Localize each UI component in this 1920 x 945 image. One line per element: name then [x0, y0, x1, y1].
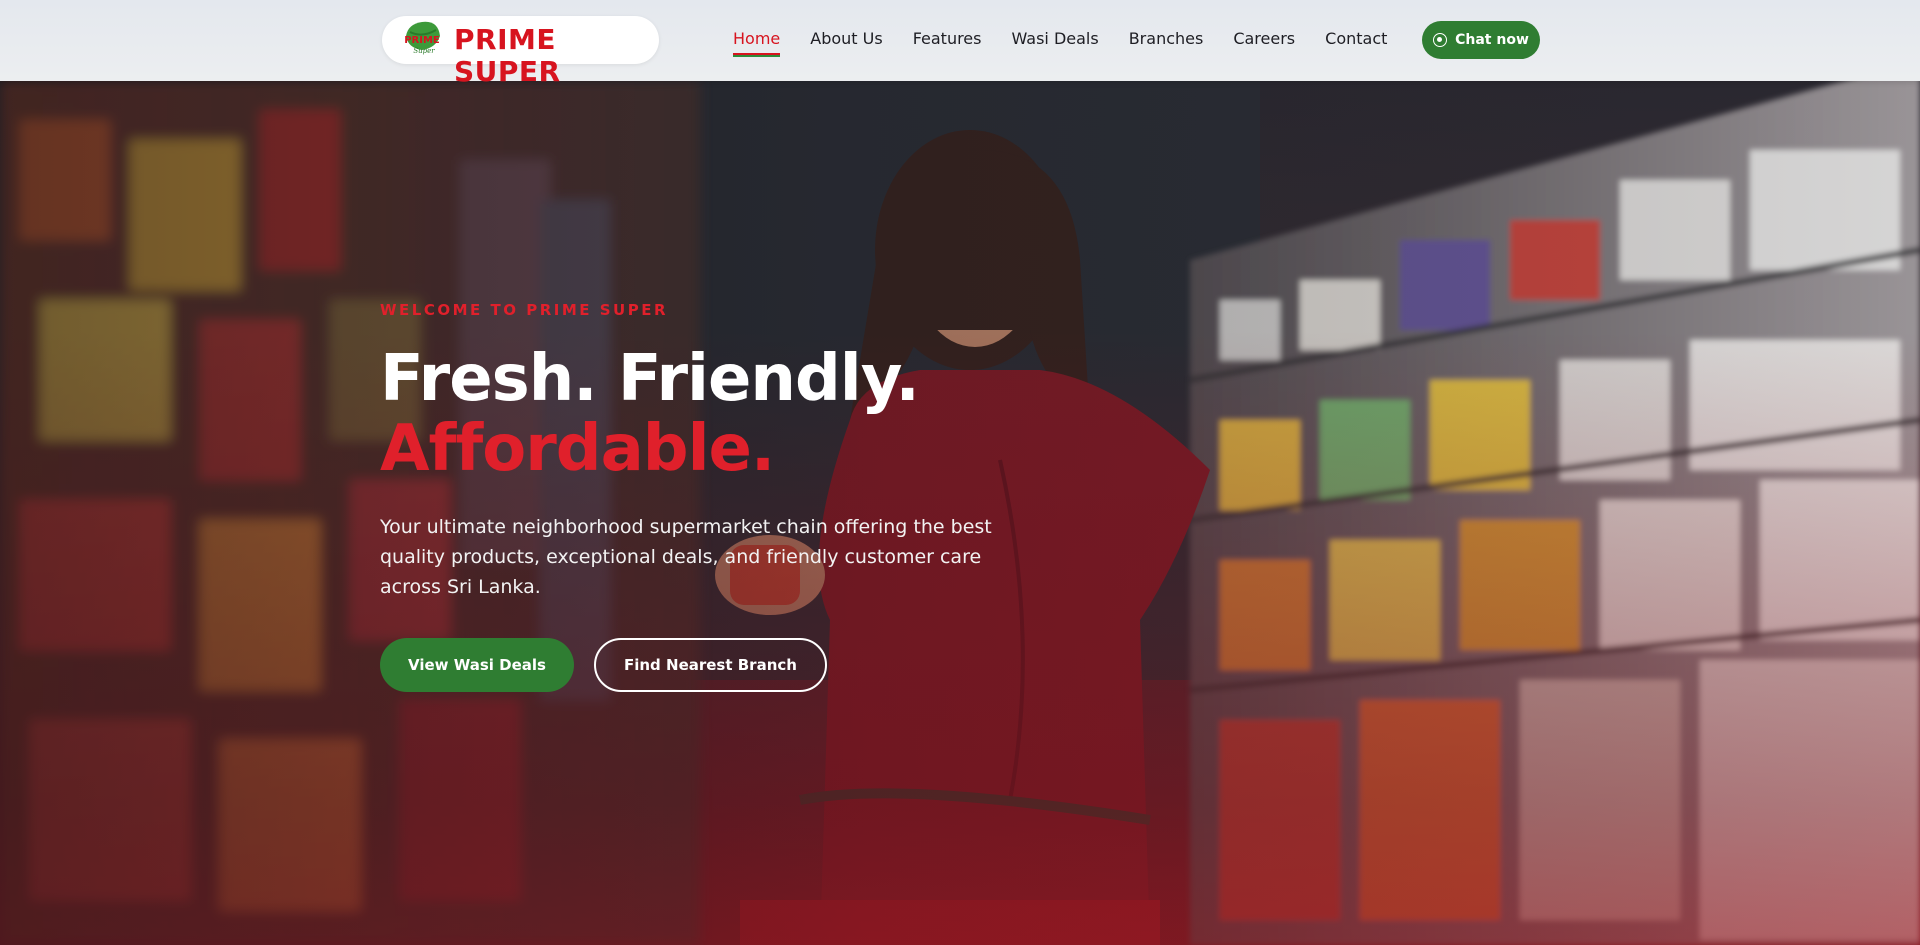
- whatsapp-icon: [1433, 33, 1448, 47]
- hero-headline: Fresh. Friendly. Affordable.: [380, 344, 1020, 484]
- headline-line-2: Affordable.: [380, 412, 775, 486]
- logo-mark-text: PRIME: [404, 35, 440, 46]
- find-nearest-branch-button[interactable]: Find Nearest Branch: [593, 638, 827, 692]
- nav-item-home[interactable]: Home: [733, 29, 781, 57]
- logo-mark-subtext: Super: [413, 47, 435, 55]
- nav-item-contact[interactable]: Contact: [1325, 29, 1387, 53]
- view-wasi-deals-button[interactable]: View Wasi Deals: [380, 638, 574, 692]
- main-nav: Home About Us Features Wasi Deals Branch…: [733, 29, 1417, 57]
- brand-logo[interactable]: PRIME Super PRIME SUPER: [382, 16, 659, 88]
- hero-description: Your ultimate neighborhood supermarket c…: [380, 516, 992, 598]
- nav-item-about-us[interactable]: About Us: [810, 29, 882, 53]
- chat-now-button[interactable]: Chat now: [1422, 21, 1540, 59]
- nav-item-features[interactable]: Features: [913, 29, 982, 53]
- hero-eyebrow: WELCOME TO PRIME SUPER: [380, 301, 669, 319]
- brand-name: PRIME SUPER: [454, 23, 561, 88]
- leaf-logo-icon: PRIME Super: [404, 21, 440, 55]
- site-header: PRIME Super PRIME SUPER Home About Us Fe…: [0, 0, 1920, 88]
- nav-item-branches[interactable]: Branches: [1129, 29, 1204, 53]
- nav-item-wasi-deals[interactable]: Wasi Deals: [1011, 29, 1098, 53]
- chat-now-label: Chat now: [1455, 32, 1529, 48]
- hero-cta-row: View Wasi Deals Find Nearest Branch: [380, 638, 1020, 692]
- nav-item-careers[interactable]: Careers: [1233, 29, 1295, 53]
- headline-line-1: Fresh. Friendly.: [380, 342, 920, 416]
- hero-content: WELCOME TO PRIME SUPER Fresh. Friendly. …: [380, 300, 1020, 692]
